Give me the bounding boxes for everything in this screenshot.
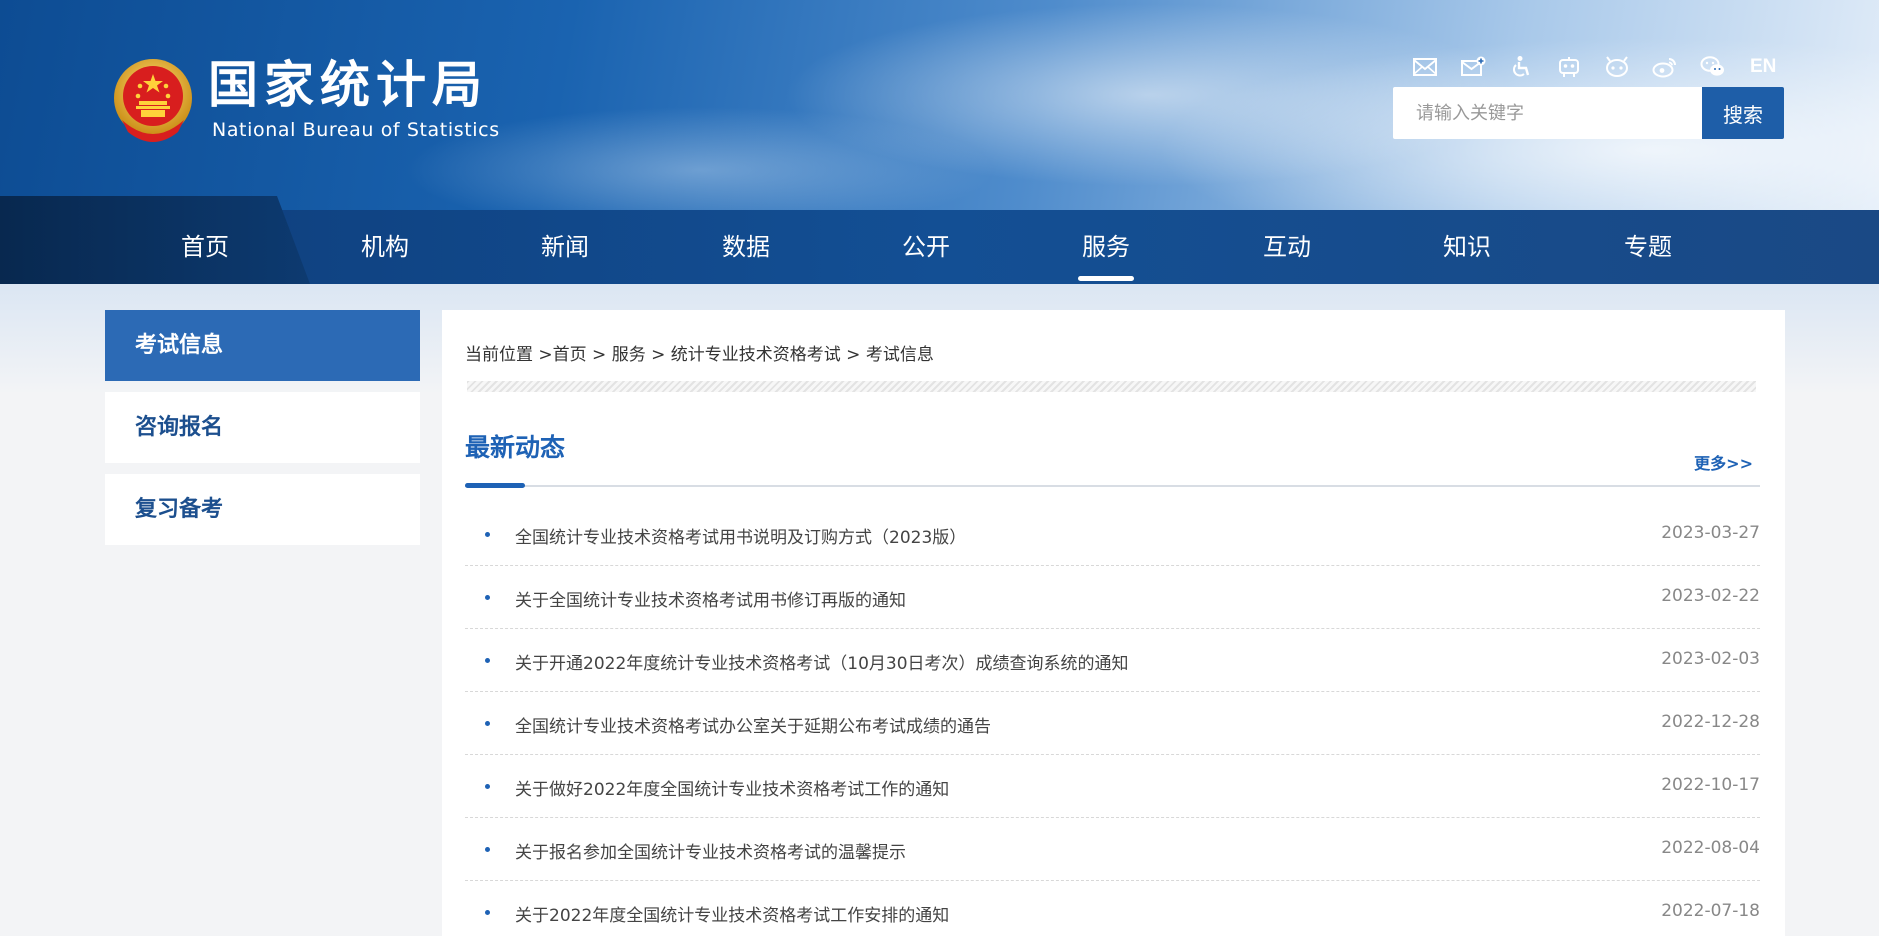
- news-item[interactable]: 全国统计专业技术资格考试办公室关于延期公布考试成绩的通告 2022-12-28: [465, 692, 1760, 755]
- bullet-icon: [485, 595, 490, 600]
- news-date: 2022-08-04: [1661, 838, 1760, 858]
- nav-item-label: 专题: [1624, 233, 1672, 261]
- news-item[interactable]: 关于做好2022年度全国统计专业技术资格考试工作的通知 2022-10-17: [465, 755, 1760, 818]
- breadcrumb-service[interactable]: 服务: [612, 345, 646, 365]
- search-input[interactable]: [1393, 87, 1702, 139]
- breadcrumb-exam[interactable]: 统计专业技术资格考试: [671, 345, 841, 365]
- news-item[interactable]: 关于2022年度全国统计专业技术资格考试工作安排的通知 2022-07-18: [465, 881, 1760, 936]
- nav-item-label: 新闻: [541, 233, 589, 261]
- news-title[interactable]: 关于开通2022年度统计专业技术资格考试（10月30日考次）成绩查询系统的通知: [515, 649, 1129, 674]
- breadcrumb-separator: >: [586, 345, 612, 365]
- weibo-icon[interactable]: [1650, 52, 1680, 82]
- nav-item-label: 公开: [902, 233, 950, 261]
- wechat-icon[interactable]: [1698, 52, 1728, 82]
- english-version-link[interactable]: EN: [1750, 56, 1776, 78]
- news-title[interactable]: 全国统计专业技术资格考试用书说明及订购方式（2023版）: [515, 523, 966, 548]
- news-list: 全国统计专业技术资格考试用书说明及订购方式（2023版） 2023-03-27 …: [465, 503, 1760, 936]
- decorative-divider: [467, 381, 1756, 392]
- nav-item-label: 机构: [361, 233, 409, 261]
- app-icon[interactable]: [1602, 52, 1632, 82]
- bullet-icon: [485, 721, 490, 726]
- mail-icon[interactable]: [1410, 52, 1440, 82]
- nav-item-topics[interactable]: 专题: [1558, 210, 1738, 284]
- bullet-icon: [485, 910, 490, 915]
- site-logo-english[interactable]: National Bureau of Statistics: [212, 119, 500, 141]
- nav-item-disclosure[interactable]: 公开: [836, 210, 1016, 284]
- news-date: 2022-12-28: [1661, 712, 1760, 732]
- search-button[interactable]: 搜索: [1702, 87, 1784, 139]
- main-panel: 当前位置 >首页 > 服务 > 统计专业技术资格考试 > 考试信息 最新动态 更…: [442, 310, 1785, 936]
- site-header: 国家统计局 National Bureau of Statistics EN 搜…: [0, 0, 1879, 210]
- news-date: 2023-03-27: [1661, 523, 1760, 543]
- bullet-icon: [485, 532, 490, 537]
- news-date: 2023-02-03: [1661, 649, 1760, 669]
- bullet-icon: [485, 658, 490, 663]
- active-nav-underline: [1078, 276, 1134, 281]
- site-logo-chinese[interactable]: 国家统计局: [208, 56, 488, 114]
- nav-item-label: 数据: [722, 233, 770, 261]
- national-emblem-icon: [114, 59, 192, 142]
- nav-item-home[interactable]: 首页: [115, 210, 295, 284]
- breadcrumb-separator: >: [645, 345, 671, 365]
- section-title: 最新动态: [465, 433, 566, 462]
- accessibility-icon[interactable]: [1506, 52, 1536, 82]
- robot-icon[interactable]: [1554, 52, 1584, 82]
- news-title[interactable]: 关于全国统计专业技术资格考试用书修订再版的通知: [515, 586, 906, 611]
- news-item[interactable]: 关于全国统计专业技术资格考试用书修订再版的通知 2023-02-22: [465, 566, 1760, 629]
- search-box: 搜索: [1393, 87, 1784, 139]
- sidebar-item-registration[interactable]: 咨询报名: [105, 392, 420, 463]
- news-date: 2022-07-18: [1661, 901, 1760, 921]
- sidebar-item-exam-info[interactable]: 考试信息: [105, 310, 420, 381]
- nav-item-organization[interactable]: 机构: [295, 210, 475, 284]
- nav-item-label: 服务: [1082, 233, 1130, 261]
- nav-item-data[interactable]: 数据: [656, 210, 836, 284]
- bullet-icon: [485, 784, 490, 789]
- news-item[interactable]: 全国统计专业技术资格考试用书说明及订购方式（2023版） 2023-03-27: [465, 503, 1760, 566]
- news-item[interactable]: 关于报名参加全国统计专业技术资格考试的温馨提示 2022-08-04: [465, 818, 1760, 881]
- nav-item-service[interactable]: 服务: [1016, 210, 1196, 284]
- news-item[interactable]: 关于开通2022年度统计专业技术资格考试（10月30日考次）成绩查询系统的通知 …: [465, 629, 1760, 692]
- sidebar: 考试信息 咨询报名 复习备考: [105, 310, 420, 556]
- nav-item-label: 互动: [1263, 233, 1311, 261]
- header-tools: EN: [1410, 52, 1776, 82]
- nav-item-knowledge[interactable]: 知识: [1377, 210, 1557, 284]
- breadcrumb-separator: >: [840, 345, 866, 365]
- news-title[interactable]: 全国统计专业技术资格考试办公室关于延期公布考试成绩的通告: [515, 712, 991, 737]
- bullet-icon: [485, 847, 490, 852]
- section-rule: [465, 485, 1760, 487]
- sidebar-item-exam-prep[interactable]: 复习备考: [105, 474, 420, 545]
- nav-item-label: 首页: [181, 233, 229, 261]
- news-title[interactable]: 关于2022年度全国统计专业技术资格考试工作安排的通知: [515, 901, 949, 926]
- news-date: 2023-02-22: [1661, 586, 1760, 606]
- mail-plus-icon[interactable]: [1458, 52, 1488, 82]
- breadcrumb: 当前位置 >首页 > 服务 > 统计专业技术资格考试 > 考试信息: [465, 340, 934, 365]
- breadcrumb-current[interactable]: 考试信息: [866, 345, 934, 365]
- news-date: 2022-10-17: [1661, 775, 1760, 795]
- more-link[interactable]: 更多>>: [1694, 450, 1753, 474]
- news-title[interactable]: 关于做好2022年度全国统计专业技术资格考试工作的通知: [515, 775, 949, 800]
- news-title[interactable]: 关于报名参加全国统计专业技术资格考试的温馨提示: [515, 838, 906, 863]
- breadcrumb-prefix: 当前位置 >: [465, 345, 553, 365]
- nav-item-news[interactable]: 新闻: [475, 210, 655, 284]
- nav-item-label: 知识: [1443, 233, 1491, 261]
- breadcrumb-home[interactable]: 首页: [553, 345, 587, 365]
- nav-item-interaction[interactable]: 互动: [1197, 210, 1377, 284]
- section-rule-accent: [465, 483, 525, 488]
- main-nav: 首页 机构 新闻 数据 公开 服务 互动 知识 专题: [0, 196, 1879, 284]
